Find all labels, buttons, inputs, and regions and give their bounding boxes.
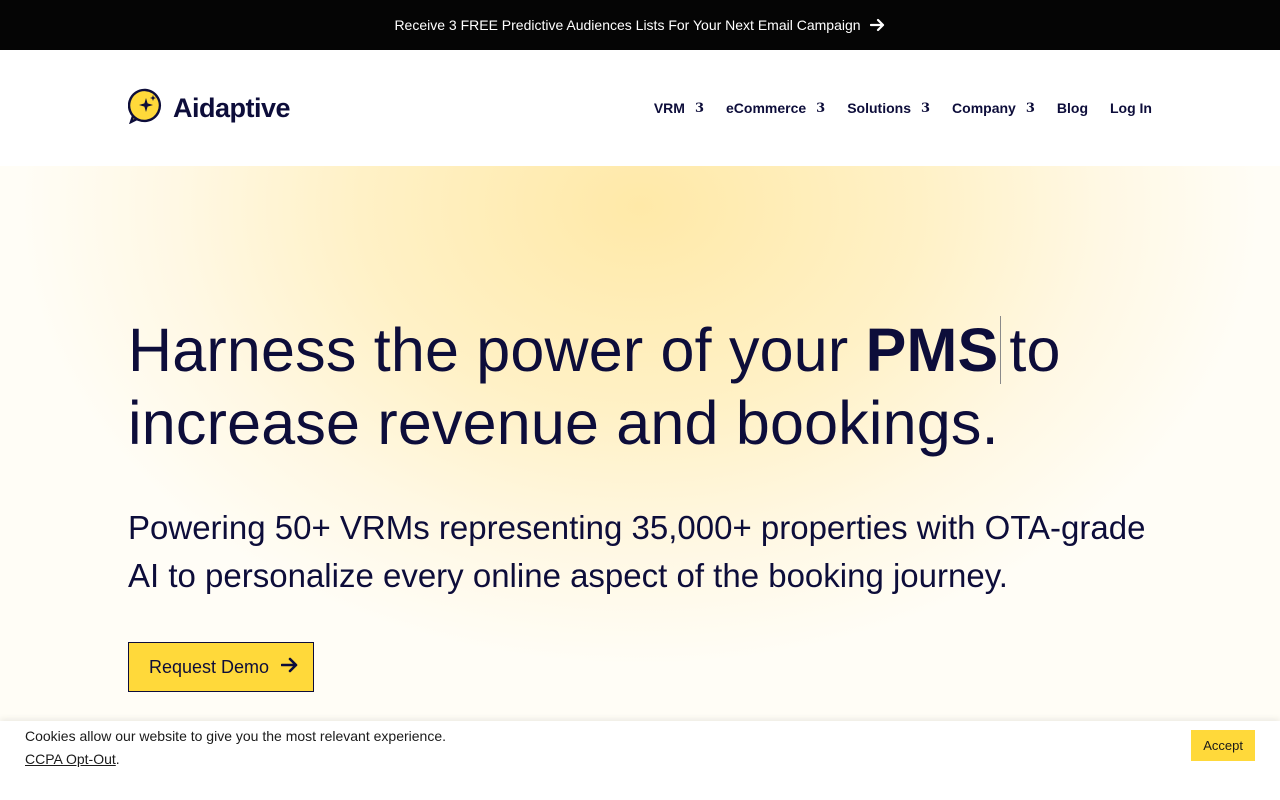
arrow-right-icon[interactable] (869, 18, 886, 32)
nav-item-company[interactable]: Company 3 (952, 100, 1035, 116)
request-demo-button[interactable]: Request Demo (128, 642, 315, 692)
promo-text[interactable]: Receive 3 FREE Predictive Audiences List… (394, 17, 860, 33)
chevron-down-icon: 3 (921, 100, 931, 116)
cookie-banner: Cookies allow our website to give you th… (0, 721, 1280, 800)
hero-title: Harness the power of your PMS to increase… (128, 314, 1152, 460)
hero-section: Harness the power of your PMS to increase… (0, 166, 1280, 800)
hero-subtitle: Powering 50+ VRMs representing 35,000+ p… (128, 509, 1146, 594)
nav-label: VRM (653, 100, 685, 116)
cta-label: Request Demo (149, 656, 270, 677)
cookie-period: . (115, 751, 120, 767)
logo-text: Aidaptive (173, 92, 291, 123)
main-nav: VRM 3 eCommerce 3 Solutions 3 Company 3 … (654, 100, 1152, 116)
nav-label: Solutions (847, 100, 911, 116)
site-header: Aidaptive VRM 3 eCommerce 3 Solutions 3 … (0, 50, 1280, 166)
arrow-right-icon (280, 657, 299, 678)
nav-item-solutions[interactable]: Solutions 3 (847, 100, 930, 116)
nav-item-blog[interactable]: Blog (1057, 100, 1088, 116)
nav-item-vrm[interactable]: VRM 3 (654, 100, 704, 116)
hero-title-rotating-word: PMS (865, 316, 1002, 384)
accept-cookies-button[interactable]: Accept (1191, 730, 1255, 761)
promo-bar[interactable]: Receive 3 FREE Predictive Audiences List… (0, 0, 1280, 50)
nav-label: Company (952, 100, 1016, 116)
logo[interactable]: Aidaptive (127, 88, 291, 129)
chevron-down-icon: 3 (694, 100, 705, 116)
hero-title-start: Harness the power of your (128, 316, 866, 384)
ccpa-opt-out-link[interactable]: CCPA Opt-Out (25, 751, 116, 767)
cookie-message: Cookies allow our website to give you th… (25, 728, 446, 744)
nav-item-login[interactable]: Log In (1110, 100, 1152, 116)
cookie-links: CCPA Opt-Out. (25, 748, 1255, 771)
nav-label: eCommerce (726, 100, 807, 116)
nav-label: Log In (1110, 100, 1152, 116)
sparkle-logo-icon (127, 88, 163, 129)
chevron-down-icon: 3 (1025, 100, 1035, 116)
nav-item-ecommerce[interactable]: eCommerce 3 (726, 100, 825, 116)
nav-label: Blog (1056, 100, 1088, 116)
chevron-down-icon: 3 (816, 100, 826, 116)
